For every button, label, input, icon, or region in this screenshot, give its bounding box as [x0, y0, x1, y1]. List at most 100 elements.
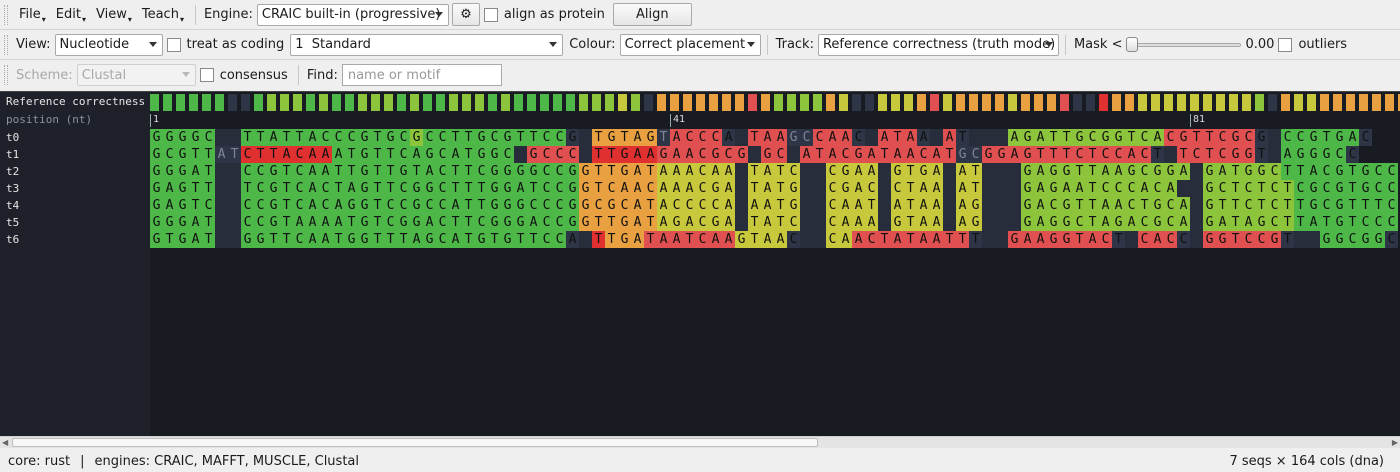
consensus-checkbox[interactable]: [199, 68, 214, 82]
track-cell: [826, 94, 837, 111]
scroll-left-icon[interactable]: ◀: [2, 438, 8, 447]
residue-cell: A: [943, 129, 956, 146]
residue-cell: T: [644, 163, 657, 180]
sequence-name[interactable]: t5: [6, 214, 19, 231]
residue-cell: G: [488, 146, 501, 163]
residue-cell: C: [436, 214, 449, 231]
engine-settings-button[interactable]: ⚙: [451, 3, 480, 26]
residue-cell: C: [501, 146, 514, 163]
residue-cell: A: [683, 163, 696, 180]
residue-cell: T: [592, 231, 605, 248]
engine-select[interactable]: CRAIC built-in (progressive): [256, 3, 449, 26]
align-as-protein-checkbox[interactable]: [483, 7, 498, 22]
sequence-name[interactable]: t6: [6, 231, 19, 248]
residue-cell: A: [852, 231, 865, 248]
residue-cell: C: [540, 214, 553, 231]
residue-cell: C: [1151, 180, 1164, 197]
track-select[interactable]: Reference correctness (truth mode): [817, 33, 1059, 56]
mask-slider-handle[interactable]: [1126, 36, 1139, 52]
residue-cell: G: [1021, 214, 1034, 231]
residue-cell: A: [631, 231, 644, 248]
track-cell: [709, 94, 720, 111]
residue-cell: [800, 214, 813, 231]
residue-cell: G: [657, 146, 670, 163]
residue-cell: C: [1125, 197, 1138, 214]
residue-cell: A: [1034, 129, 1047, 146]
residue-cell: A: [748, 197, 761, 214]
align-button-label: Align: [636, 7, 669, 22]
residue-cell: G: [488, 214, 501, 231]
residue-cell: A: [904, 129, 917, 146]
view-select[interactable]: Nucleotide: [54, 33, 163, 56]
menu-teach[interactable]: Teach▾: [137, 7, 189, 24]
residue-cell: A: [683, 214, 696, 231]
residue-cell: [995, 180, 1008, 197]
align-button[interactable]: Align: [612, 3, 692, 26]
residue-cell: C: [865, 231, 878, 248]
sequence-name[interactable]: t3: [6, 180, 19, 197]
residue-cell: C: [423, 197, 436, 214]
find-input[interactable]: name or motif: [341, 64, 502, 86]
track-cell: [267, 94, 278, 111]
residue-cell: A: [1073, 180, 1086, 197]
track-cell: [527, 94, 538, 111]
residue-cell: G: [761, 146, 774, 163]
residue-cell: G: [501, 129, 514, 146]
alignment-viewer[interactable]: Reference correctness position (nt) t0 t1…: [0, 91, 1400, 437]
residue-cell: G: [1112, 129, 1125, 146]
residue-cell: G: [566, 163, 579, 180]
track-cell: [878, 94, 889, 111]
track-cell: [696, 94, 707, 111]
residue-cell: C: [1385, 180, 1398, 197]
scrollbar-thumb[interactable]: [12, 438, 818, 447]
residue-cell: G: [1060, 197, 1073, 214]
toolbar-grip[interactable]: [4, 34, 8, 55]
residue-cell: T: [904, 197, 917, 214]
sequence-name[interactable]: t2: [6, 163, 19, 180]
residue-cell: G: [501, 214, 514, 231]
residue-cell: A: [956, 163, 969, 180]
residue-cell: G: [579, 197, 592, 214]
residue-cell: T: [1112, 231, 1125, 248]
toolbar-grip[interactable]: [4, 4, 8, 25]
toolbar-grip[interactable]: [4, 65, 8, 85]
residue-cell: T: [748, 163, 761, 180]
residue-cell: [813, 197, 826, 214]
toolbar-separator: [766, 34, 768, 55]
residue-cell: G: [839, 180, 852, 197]
menu-view[interactable]: View▾: [91, 7, 137, 24]
residue-cell: C: [397, 146, 410, 163]
residue-cell: G: [969, 197, 982, 214]
menu-file[interactable]: File▾: [14, 7, 51, 24]
track-cell: [436, 94, 447, 111]
residue-cell: A: [852, 197, 865, 214]
residue-cell: G: [1112, 214, 1125, 231]
residue-cell: A: [189, 163, 202, 180]
residue-cell: C: [709, 129, 722, 146]
sequence-name[interactable]: t0: [6, 129, 19, 146]
track-cell: [891, 94, 902, 111]
residue-cell: A: [826, 146, 839, 163]
residue-cell: G: [358, 197, 371, 214]
colour-select[interactable]: Correct placement: [619, 33, 761, 56]
residue-cell: C: [826, 214, 839, 231]
mask-slider[interactable]: [1126, 36, 1242, 54]
treat-as-coding-checkbox[interactable]: [166, 37, 181, 52]
residue-cell: T: [956, 129, 969, 146]
horizontal-scrollbar[interactable]: ◀ ▶: [0, 436, 1400, 448]
residue-cell: T: [241, 180, 254, 197]
sequence-name[interactable]: t1: [6, 146, 19, 163]
residue-cell: G: [501, 231, 514, 248]
residue-cell: G: [1151, 197, 1164, 214]
scroll-right-icon[interactable]: ▶: [1392, 438, 1398, 447]
residue-cell: C: [1333, 146, 1346, 163]
genetic-code-select[interactable]: 1 Standard: [290, 33, 564, 56]
residue-cell: C: [397, 180, 410, 197]
residue-cell: G: [1307, 129, 1320, 146]
outliers-checkbox[interactable]: [1278, 37, 1293, 52]
residue-cell: T: [345, 146, 358, 163]
residue-cell: [228, 129, 241, 146]
alignment-grid[interactable]: 1 41 81 GGGGCTTATTACCCGTGCGCCTTGCGTTCCGTGT…: [150, 92, 1400, 437]
menu-edit[interactable]: Edit▾: [51, 7, 91, 24]
sequence-name[interactable]: t4: [6, 197, 19, 214]
